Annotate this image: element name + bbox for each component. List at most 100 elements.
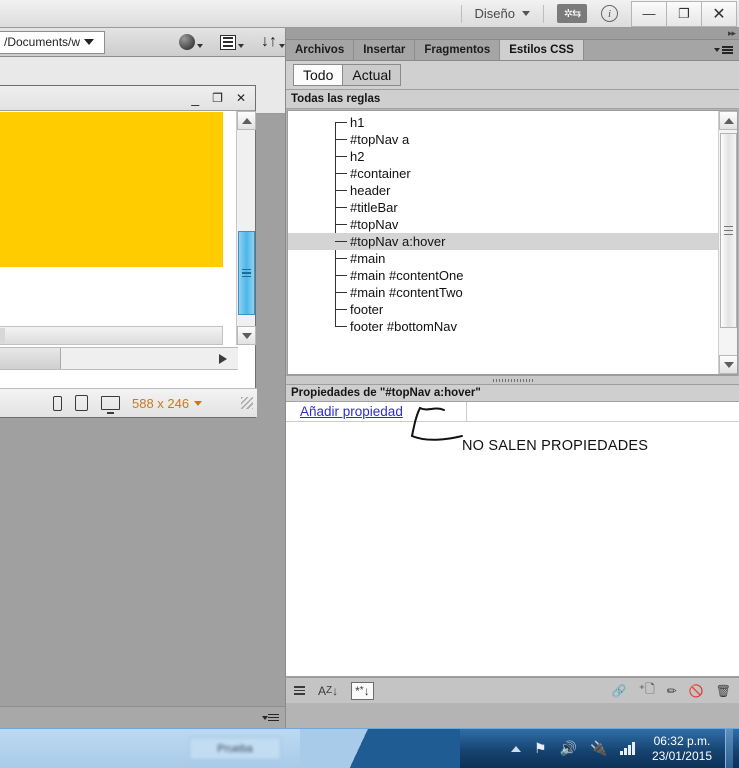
taskbar-wallpaper-wedge <box>300 729 460 768</box>
rule-item[interactable]: #topNav a <box>288 131 737 148</box>
minimize-button[interactable]: — <box>631 0 667 27</box>
rule-item[interactable]: #topNav <box>288 216 737 233</box>
category-view-icon[interactable] <box>294 686 305 695</box>
toggle-label: Todo <box>303 67 334 83</box>
disable-icon[interactable]: 🚫 <box>689 684 704 698</box>
volume-icon[interactable]: 🔊 <box>560 740 577 757</box>
chevron-down-icon <box>238 43 244 48</box>
panel-grip-bar[interactable]: ▸▸ <box>286 28 739 40</box>
rules-tree: h1 #topNav a h2 #container header #title… <box>288 111 737 335</box>
resize-grip[interactable] <box>241 397 253 409</box>
rule-label: #topNav <box>350 217 399 232</box>
rule-item[interactable]: footer #bottomNav <box>288 318 737 335</box>
gear-refresh-icon[interactable]: ✲⇆ <box>557 4 587 23</box>
scroll-down-button[interactable] <box>237 326 256 345</box>
flag-action-center-icon[interactable]: ⚑ <box>534 740 547 757</box>
new-css-icon[interactable]: ⁺🗋 <box>639 680 655 701</box>
rule-item[interactable]: #main <box>288 250 737 267</box>
path-dropdown[interactable]: /Documents/w <box>0 30 105 54</box>
toggle-actual[interactable]: Actual <box>342 64 402 86</box>
rule-item[interactable]: #container <box>288 165 737 182</box>
maximize-icon: ❐ <box>678 5 690 21</box>
rule-item[interactable]: footer <box>288 301 737 318</box>
delete-trash-icon[interactable]: 🗑 <box>716 684 731 698</box>
desktop-device-icon[interactable] <box>101 396 120 414</box>
panel-splitter[interactable] <box>286 375 739 385</box>
edit-pencil-icon[interactable]: ✏ <box>667 684 677 698</box>
doc-maximize-icon[interactable]: ❐ <box>212 91 223 105</box>
rule-item[interactable]: header <box>288 182 737 199</box>
left-panel-bottom-bar <box>0 706 285 728</box>
clock[interactable]: 06:32 p.m. 23/01/2015 <box>648 734 712 764</box>
rules-vertical-scrollbar[interactable] <box>718 111 737 374</box>
sort-button[interactable]: ↓↑ <box>261 34 285 50</box>
add-property-row[interactable]: Añadir propiedad <box>286 402 739 422</box>
doc-minimize-icon[interactable]: _ <box>191 91 199 105</box>
rule-label: footer <box>350 302 384 317</box>
close-button[interactable]: ✕ <box>701 0 737 27</box>
play-arrow-icon[interactable] <box>219 353 227 364</box>
chevron-up-icon <box>241 117 252 124</box>
canvas-vertical-scrollbar[interactable] <box>236 111 256 345</box>
show-hidden-icons[interactable] <box>511 745 521 752</box>
network-signal-icon[interactable] <box>620 742 635 755</box>
sort-icon: ↓↑ <box>261 33 277 50</box>
scroll-up-button[interactable] <box>237 111 256 130</box>
globe-preview-button[interactable] <box>179 34 203 50</box>
doc-close-icon[interactable]: ✕ <box>236 91 246 105</box>
view-mode-label: Diseño <box>474 6 515 21</box>
rule-item[interactable]: h2 <box>288 148 737 165</box>
system-tray: ⚑ 🔊 🔌 06:32 p.m. 23/01/2015 <box>511 728 739 768</box>
show-desktop-button[interactable] <box>725 728 733 768</box>
scrollbar-thumb[interactable] <box>238 231 255 315</box>
alphabet-sort-icon[interactable]: A Z ↓ <box>318 684 338 698</box>
document-canvas[interactable]: 588 x 246 <box>0 111 257 417</box>
tag-selector-item[interactable] <box>0 348 61 369</box>
chevron-down-icon <box>522 11 530 16</box>
scrollbar-thumb[interactable] <box>720 133 737 328</box>
taskbar-app-button[interactable]: Prueba <box>189 737 281 760</box>
expand-panels-icon[interactable]: ▸▸ <box>728 28 736 39</box>
canvas-horizontal-scrollbar[interactable] <box>0 326 223 345</box>
panel-menu-icon[interactable] <box>268 713 279 722</box>
window-size-selector[interactable]: 588 x 246 <box>132 396 203 411</box>
maximize-button[interactable]: ❐ <box>666 0 702 27</box>
link-icon[interactable]: 🔗 <box>612 684 627 698</box>
properties-header-label: Propiedades de "#topNav a:hover" <box>291 387 481 399</box>
rule-label: h2 <box>350 149 365 164</box>
add-property-link[interactable]: Añadir propiedad <box>300 404 403 419</box>
scroll-up-button[interactable] <box>719 111 737 130</box>
panel-menu-icon <box>722 46 733 54</box>
rule-label: #titleBar <box>350 200 398 215</box>
phone-device-icon[interactable] <box>53 395 62 411</box>
rule-item[interactable]: #titleBar <box>288 199 737 216</box>
rule-item[interactable]: #main #contentTwo <box>288 284 737 301</box>
tab-fragmentos[interactable]: Fragmentos <box>415 40 501 60</box>
panel-options-button[interactable] <box>708 40 739 60</box>
separator <box>543 4 544 23</box>
rule-item-selected[interactable]: #topNav a:hover <box>288 233 737 250</box>
minimize-icon: — <box>642 6 656 21</box>
tab-estilos-css[interactable]: Estilos CSS <box>500 40 584 60</box>
info-icon[interactable]: i <box>601 5 618 22</box>
view-mode-dropdown[interactable]: Diseño <box>471 6 534 21</box>
rule-label: footer #bottomNav <box>350 319 457 334</box>
toggle-todo[interactable]: Todo <box>293 64 343 86</box>
tag-selector-bar[interactable] <box>0 347 238 370</box>
tab-archivos[interactable]: Archivos <box>286 40 355 60</box>
tab-insertar[interactable]: Insertar <box>354 40 416 60</box>
scrollbar-thumb[interactable] <box>0 328 5 343</box>
path-value: /Documents/w <box>4 35 81 49</box>
set-properties-icon[interactable]: * * ↓ <box>351 681 374 700</box>
rule-label: h1 <box>350 115 365 130</box>
scroll-down-button[interactable] <box>719 355 737 374</box>
properties-pane[interactable]: Añadir propiedad NO SALEN PROPIEDADES <box>286 402 739 677</box>
tablet-device-icon[interactable] <box>75 395 88 411</box>
rule-label: #main #contentOne <box>350 268 464 283</box>
rule-item[interactable]: #main #contentOne <box>288 267 737 284</box>
css-rules-list[interactable]: h1 #topNav a h2 #container header #title… <box>287 110 738 375</box>
list-view-button[interactable] <box>220 34 244 50</box>
battery-icon[interactable]: 🔌 <box>590 740 607 757</box>
window-controls: — ❐ ✕ <box>631 0 737 27</box>
rule-item[interactable]: h1 <box>288 114 737 131</box>
